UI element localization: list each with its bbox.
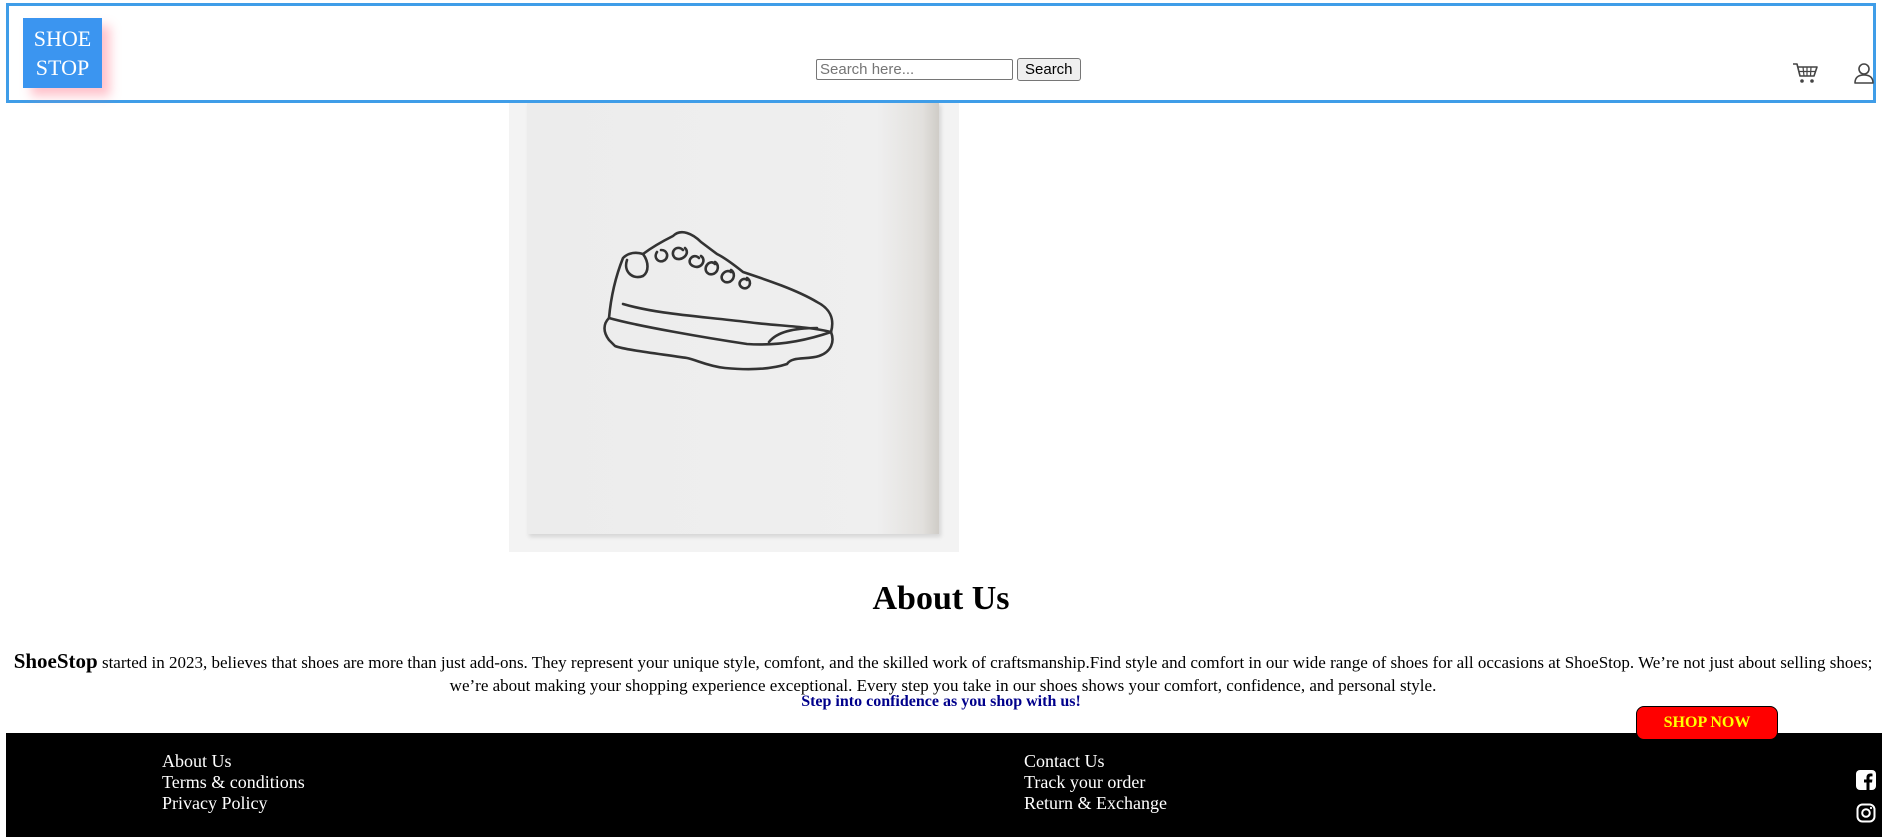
shoestop-logo[interactable]: SHOE STOP <box>23 18 102 88</box>
search-bar: Search <box>816 58 1081 81</box>
hero-poster <box>527 102 939 534</box>
hero-image <box>509 102 959 552</box>
instagram-icon[interactable] <box>1856 803 1876 823</box>
site-footer: About Us Terms & conditions Privacy Poli… <box>6 733 1882 837</box>
footer-link-about-us[interactable]: About Us <box>162 751 305 772</box>
footer-links-right: Contact Us Track your order Return & Exc… <box>1024 751 1167 814</box>
about-us-text: ShoeStop started in 2023, believes that … <box>8 650 1878 697</box>
sneaker-icon <box>603 230 834 371</box>
cart-icon[interactable] <box>1792 61 1820 85</box>
footer-link-return-exchange[interactable]: Return & Exchange <box>1024 793 1167 814</box>
footer-link-privacy[interactable]: Privacy Policy <box>162 793 305 814</box>
shop-now-button[interactable]: SHOP NOW <box>1636 706 1778 740</box>
about-us-title: About Us <box>872 580 1010 617</box>
tagline: Step into confidence as you shop with us… <box>801 693 1081 710</box>
facebook-icon[interactable] <box>1856 770 1876 790</box>
user-icon[interactable] <box>1852 61 1876 85</box>
search-button[interactable]: Search <box>1017 58 1081 81</box>
about-brand-name: ShoeStop <box>13 649 98 673</box>
logo-line-1: SHOE <box>33 26 92 51</box>
footer-link-track-order[interactable]: Track your order <box>1024 772 1167 793</box>
footer-link-contact-us[interactable]: Contact Us <box>1024 751 1167 772</box>
footer-link-terms[interactable]: Terms & conditions <box>162 772 305 793</box>
logo-line-2: STOP <box>35 55 90 80</box>
site-header: SHOE STOP Search <box>6 3 1876 103</box>
about-description: started in 2023, believes that shoes are… <box>101 653 1873 695</box>
search-input[interactable] <box>816 59 1013 80</box>
footer-links-left: About Us Terms & conditions Privacy Poli… <box>162 751 305 814</box>
